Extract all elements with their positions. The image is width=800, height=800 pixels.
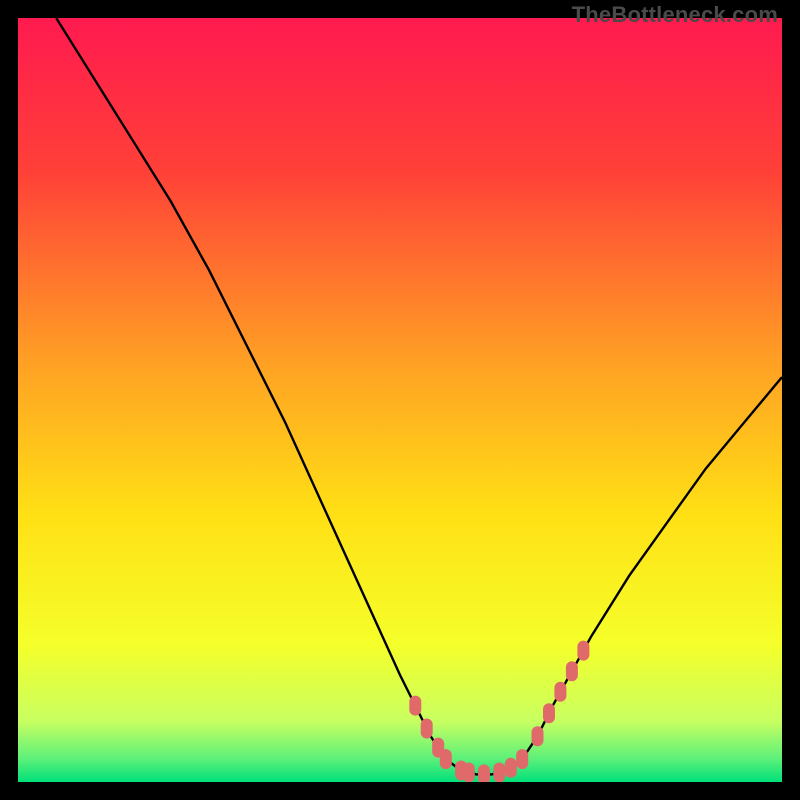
marker-point — [409, 696, 421, 716]
marker-point — [440, 749, 452, 769]
bottleneck-chart — [18, 18, 782, 782]
marker-point — [505, 758, 517, 778]
marker-point — [554, 682, 566, 702]
marker-point — [566, 661, 578, 681]
marker-point — [421, 719, 433, 739]
chart-frame — [18, 18, 782, 782]
marker-point — [478, 764, 490, 782]
marker-point — [543, 703, 555, 723]
watermark-text: TheBottleneck.com — [572, 2, 778, 28]
marker-point — [577, 641, 589, 661]
gradient-background — [18, 18, 782, 782]
marker-point — [463, 763, 475, 783]
marker-point — [516, 749, 528, 769]
marker-point — [493, 763, 505, 783]
marker-point — [532, 726, 544, 746]
